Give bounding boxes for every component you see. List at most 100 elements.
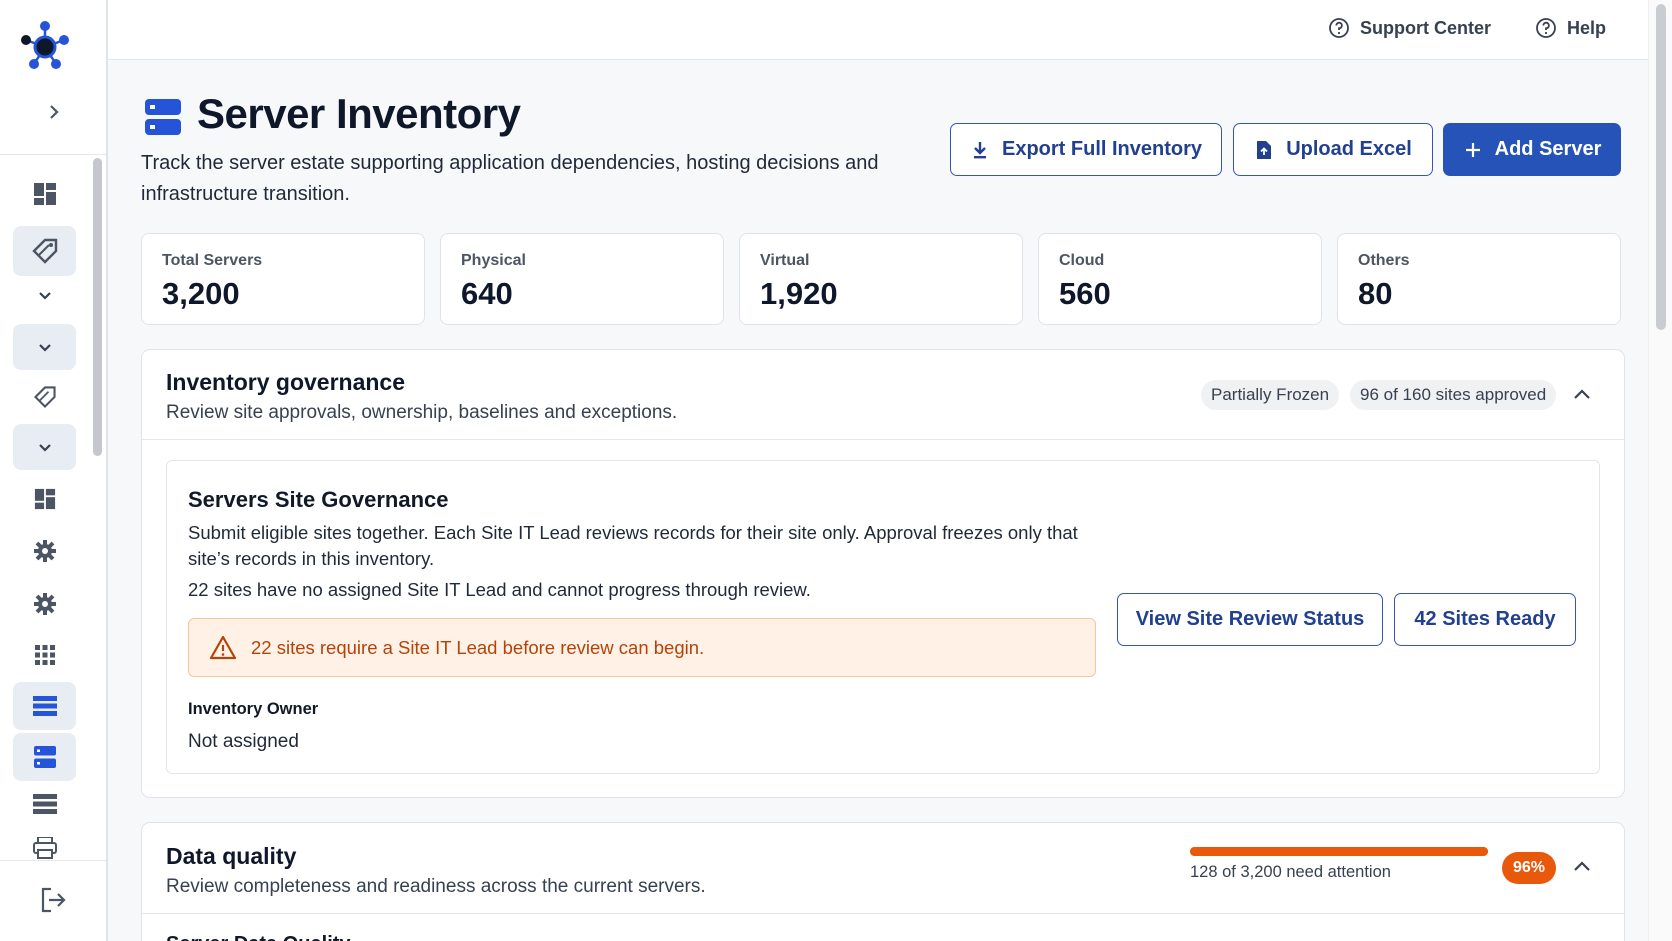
site-lead-warning: 22 sites require a Site IT Lead before r… (188, 618, 1096, 677)
chevron-down-icon (38, 344, 51, 352)
support-center-link[interactable]: Support Center (1328, 17, 1491, 39)
sidebar-item-list[interactable] (13, 682, 76, 730)
dashboard-icon (34, 488, 55, 510)
gear-icon (33, 540, 56, 562)
sidebar-group-toggle-2[interactable] (13, 324, 76, 370)
support-center-label: Support Center (1360, 17, 1492, 38)
sidebar (0, 0, 108, 941)
upload-label: Upload Excel (1286, 138, 1412, 160)
question-circle-icon (1536, 18, 1556, 38)
stat-value: 3,200 (162, 276, 240, 311)
sites-ready-button[interactable]: 42 Sites Ready (1394, 593, 1576, 646)
quality-percent-badge: 96% (1502, 852, 1557, 884)
sidebar-item-overview[interactable] (13, 474, 76, 524)
data-quality-title: Data quality (166, 843, 297, 869)
data-quality-subtitle: Review completeness and readiness across… (166, 876, 706, 897)
download-icon (973, 141, 986, 158)
add-server-label: Add Server (1494, 138, 1602, 160)
add-server-button[interactable]: Add Server (1443, 123, 1621, 176)
sidebar-item-apps[interactable] (13, 630, 76, 680)
sidebar-item-tags[interactable] (13, 226, 76, 276)
progress-fill (1190, 847, 1488, 856)
stat-label: Others (1358, 252, 1410, 269)
chevron-up-icon[interactable] (1570, 383, 1594, 407)
stat-value: 640 (461, 276, 513, 311)
plus-icon (1465, 142, 1480, 157)
warning-text: 22 sites require a Site IT Lead before r… (251, 636, 705, 658)
tags-icon (31, 238, 57, 264)
frozen-status-badge: Partially Frozen (1201, 380, 1340, 410)
dashboard-icon (33, 183, 56, 205)
sidebar-item-dashboard[interactable] (13, 169, 76, 219)
sidebar-item-records[interactable] (13, 780, 76, 828)
apps-grid-icon (34, 645, 55, 665)
server-stack-icon (145, 99, 181, 135)
sidebar-item-print[interactable] (13, 828, 76, 868)
stat-value: 560 (1059, 276, 1111, 311)
governance-subtitle: Review site approvals, ownership, baseli… (166, 402, 678, 423)
inventory-governance-card: Inventory governance Review site approva… (141, 349, 1625, 798)
expand-sidebar-button[interactable] (40, 98, 68, 126)
export-full-inventory-button[interactable]: Export Full Inventory (950, 123, 1222, 176)
site-governance-panel: Servers Site Governance Submit eligible … (166, 460, 1600, 774)
card-divider (142, 913, 1624, 914)
sidebar-item-server-inventory[interactable] (13, 733, 76, 781)
site-governance-description: Submit eligible sites together. Each Sit… (188, 522, 1078, 569)
tags-icon (33, 386, 56, 409)
sidebar-item-configuration[interactable] (13, 579, 76, 629)
page-scrollbar-thumb[interactable] (1656, 4, 1666, 330)
stat-label: Cloud (1059, 252, 1105, 269)
list-icon (32, 696, 57, 716)
data-quality-progress-bar (1190, 847, 1488, 856)
data-quality-card: Data quality Review completeness and rea… (141, 822, 1625, 941)
sidebar-group-toggle-3[interactable] (13, 424, 76, 470)
warning-triangle-icon (209, 635, 237, 659)
stat-virtual: Virtual 1,920 (739, 233, 1023, 325)
network-logo-icon[interactable] (18, 20, 72, 74)
chevron-right-icon (50, 105, 59, 119)
help-link[interactable]: Help (1535, 17, 1606, 39)
page-subtitle: Track the server estate supporting appli… (141, 152, 879, 205)
sidebar-item-settings[interactable] (13, 526, 76, 576)
file-upload-icon (1257, 140, 1272, 159)
list-icon (32, 794, 57, 814)
site-governance-note: 22 sites have no assigned Site IT Lead a… (188, 579, 811, 600)
sidebar-divider (0, 154, 106, 155)
chevron-up-icon[interactable] (1570, 855, 1594, 879)
gear-icon (33, 593, 56, 615)
page-title: Server Inventory (197, 90, 521, 137)
chevron-down-icon (38, 292, 51, 300)
printer-icon (32, 837, 57, 859)
progress-text: 128 of 3,200 need attention (1190, 863, 1391, 881)
view-site-review-status-button[interactable]: View Site Review Status (1117, 593, 1383, 646)
sidebar-bottom-divider (0, 860, 106, 861)
server-data-quality-title: Server Data Quality (166, 933, 351, 941)
upload-excel-button[interactable]: Upload Excel (1233, 123, 1433, 176)
stat-label: Physical (461, 252, 526, 269)
stat-value: 1,920 (760, 276, 838, 311)
sidebar-group-toggle-1[interactable] (13, 280, 76, 310)
export-label: Export Full Inventory (1001, 138, 1203, 160)
question-circle-icon (1329, 18, 1349, 38)
inventory-owner-value: Not assigned (188, 731, 299, 752)
stat-total-servers: Total Servers 3,200 (141, 233, 425, 325)
chevron-down-icon (38, 444, 51, 452)
logout-icon (41, 887, 66, 913)
stat-cloud: Cloud 560 (1038, 233, 1322, 325)
top-bar: Support Center Help (108, 0, 1648, 60)
inventory-owner-label: Inventory Owner (188, 700, 319, 718)
server-icon (33, 746, 56, 768)
sidebar-scrollbar[interactable] (93, 158, 102, 456)
stat-physical: Physical 640 (440, 233, 724, 325)
help-label: Help (1567, 17, 1607, 38)
stat-label: Total Servers (162, 252, 263, 269)
sites-approved-badge: 96 of 160 sites approved (1350, 380, 1557, 410)
logout-button[interactable] (38, 885, 70, 917)
sidebar-item-labels[interactable] (13, 372, 76, 422)
stat-label: Virtual (760, 252, 810, 269)
card-divider (142, 439, 1624, 440)
site-governance-title: Servers Site Governance (188, 487, 449, 512)
stat-value: 80 (1358, 276, 1393, 311)
governance-title: Inventory governance (166, 369, 406, 395)
stat-others: Others 80 (1337, 233, 1621, 325)
